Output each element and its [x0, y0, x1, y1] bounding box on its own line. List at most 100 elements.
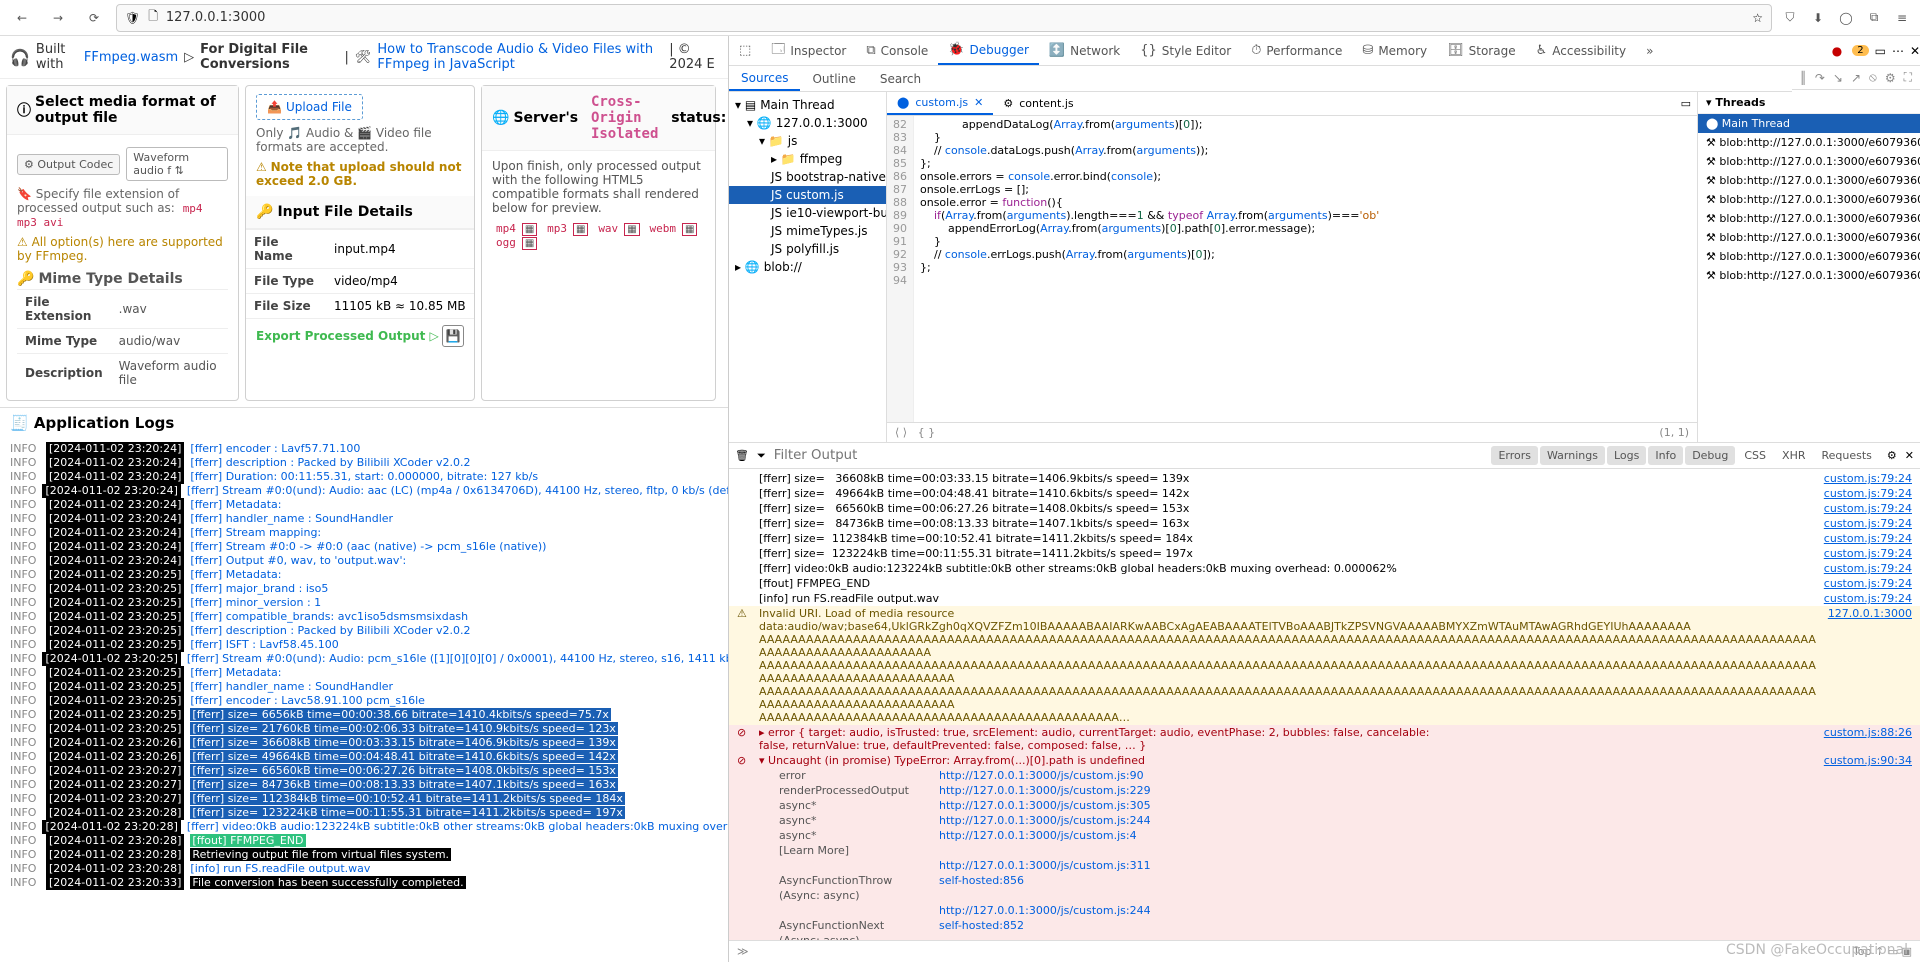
code-area[interactable]: 82838485868788899091929394 appendDataLog… — [887, 116, 1697, 422]
tab-console[interactable]: ⧉Console — [856, 36, 938, 65]
headphones-icon: 🎧 — [10, 48, 30, 67]
step-over-icon[interactable]: ↷ — [1815, 71, 1825, 85]
thread-row[interactable]: ⚒ blob:http://127.0.0.1:3000/e6079360-c1… — [1698, 133, 1920, 152]
app-pane: 🎧 Built with FFmpeg.wasm ▷ For Digital F… — [0, 36, 729, 962]
code-tabs: ⬤ custom.js ✕ ⚙ content.js ▭ — [887, 92, 1697, 116]
tree-blob[interactable]: ▸ 🌐 blob:// — [729, 258, 886, 276]
tab-style[interactable]: {}Style Editor — [1130, 36, 1241, 65]
url-bar[interactable]: 🛡 🗋 127.0.0.1:3000 ☆ — [116, 4, 1772, 32]
console-toolbar: 🗑 ⏷ ErrorsWarningsLogsInfoDebugCSSXHRReq… — [729, 443, 1920, 469]
code-tab-custom[interactable]: ⬤ custom.js ✕ — [887, 92, 993, 115]
settings-icon[interactable]: ⚙ — [1885, 71, 1896, 85]
tools-icon: 🛠 — [355, 50, 372, 65]
filter-info[interactable]: Info — [1648, 446, 1683, 465]
tab-perf[interactable]: ⏱Performance — [1241, 36, 1352, 65]
codec-select[interactable]: Waveform audio f ⇅ — [126, 147, 228, 181]
thread-row[interactable]: ⚒ blob:http://127.0.0.1:3000/e6079360-c1… — [1698, 209, 1920, 228]
tree-js[interactable]: ▾ 📁 js — [729, 132, 886, 150]
search-tab[interactable]: Search — [868, 66, 933, 91]
warn-count: 2 — [1852, 45, 1868, 56]
fmt-list: mp4▦ mp3▦ wav▦ webm▦ ogg▦ — [492, 221, 705, 249]
tree-file[interactable]: JS bootstrap-native-v4. — [729, 168, 886, 186]
console-settings-icon[interactable]: ⚙ — [1887, 449, 1897, 462]
card-server-status: 🌐 Server's Cross-Origin Isolated status:… — [481, 85, 716, 401]
copyright: | © 2024 E — [669, 42, 718, 72]
tree-file[interactable]: JS ie10-viewport-bug-w — [729, 204, 886, 222]
tree-host[interactable]: ▾ 🌐 127.0.0.1:3000 — [729, 114, 886, 132]
ffmpeg-link[interactable]: FFmpeg.wasm — [84, 50, 178, 65]
tab-storage[interactable]: 🗄Storage — [1437, 36, 1525, 65]
filter-errors[interactable]: Errors — [1491, 446, 1538, 465]
tree-file-selected[interactable]: JS custom.js — [729, 186, 886, 204]
thread-row[interactable]: ⚒ blob:http://127.0.0.1:3000/e6079360-c1… — [1698, 190, 1920, 209]
export-label: Export Processed Output ▷ — [256, 329, 439, 343]
prompt-icon[interactable]: ≫ — [737, 945, 749, 958]
thread-row[interactable]: ⚒ blob:http://127.0.0.1:3000/e6079360-c1… — [1698, 152, 1920, 171]
tab-inspector[interactable]: 🗔Inspector — [761, 36, 856, 65]
tab-a11y[interactable]: ♿Accessibility — [1526, 36, 1637, 65]
thread-row[interactable]: ⚒ blob:http://127.0.0.1:3000/e6079360-c1… — [1698, 266, 1920, 285]
tree-main[interactable]: ▾ ▤ Main Thread — [729, 96, 886, 114]
filter-xhr[interactable]: XHR — [1775, 446, 1812, 465]
reload-button[interactable]: ⟳ — [80, 4, 108, 32]
threads-pane: ▾ Threads ⬤ Main Thread⚒ blob:http://127… — [1697, 92, 1920, 442]
card-output-format: ⓘSelect media format of output file ⚙ Ou… — [6, 85, 239, 401]
dots-icon[interactable]: ⋯ — [1892, 44, 1904, 58]
watermark: CSDN @FakeOccupational — [1726, 942, 1908, 958]
console-body[interactable]: [fferr] size= 36608kB time=00:03:33.15 b… — [729, 469, 1920, 940]
save-icon[interactable]: 💾 — [442, 325, 464, 347]
tab-more[interactable]: » — [1636, 36, 1663, 65]
filter-warnings[interactable]: Warnings — [1540, 446, 1605, 465]
output-codec-button[interactable]: ⚙ Output Codec — [17, 154, 120, 175]
thread-row[interactable]: ⚒ blob:http://127.0.0.1:3000/e6079360-c1… — [1698, 171, 1920, 190]
mime-head: 🔑 Mime Type Details — [17, 263, 228, 289]
download-icon[interactable]: ⬇ — [1808, 8, 1828, 28]
tab-network[interactable]: ↕️Network — [1039, 36, 1130, 65]
tab-debugger[interactable]: 🐞Debugger — [938, 36, 1039, 65]
close-icon[interactable]: ✕ — [1910, 44, 1920, 58]
thread-row[interactable]: ⚒ blob:http://127.0.0.1:3000/e6079360-c1… — [1698, 247, 1920, 266]
app-header: 🎧 Built with FFmpeg.wasm ▷ For Digital F… — [0, 36, 728, 79]
code-tab-actions[interactable]: ▭ — [1675, 97, 1697, 110]
back-button[interactable]: ← — [8, 4, 36, 32]
tree-ffmpeg[interactable]: ▸ 📁 ffmpeg — [729, 150, 886, 168]
error-count-icon[interactable]: ● — [1832, 44, 1842, 58]
app-logs: INFO[2024-011-02 23:20:24][fferr] encode… — [0, 438, 728, 894]
thread-row[interactable]: ⚒ blob:http://127.0.0.1:3000/e6079360-c1… — [1698, 228, 1920, 247]
tab-picker[interactable]: ⬚ — [729, 36, 761, 65]
pocket-icon[interactable]: ⛉ — [1780, 8, 1800, 28]
filter-input[interactable] — [774, 448, 1484, 463]
trash-icon[interactable]: 🗑 — [735, 449, 749, 462]
thread-row[interactable]: ⬤ Main Thread — [1698, 114, 1920, 133]
forward-button[interactable]: → — [44, 4, 72, 32]
account-icon[interactable]: ◯ — [1836, 8, 1856, 28]
filter-logs[interactable]: Logs — [1607, 446, 1646, 465]
tree-file[interactable]: JS polyfill.js — [729, 240, 886, 258]
iframe-icon[interactable]: ▭ — [1875, 44, 1886, 58]
step-in-icon[interactable]: ↘ — [1833, 71, 1843, 85]
outline-tab[interactable]: Outline — [800, 66, 867, 91]
filter-css[interactable]: CSS — [1737, 446, 1773, 465]
pause-icon[interactable]: ║ — [1800, 71, 1807, 85]
tab-memory[interactable]: ⛁Memory — [1352, 36, 1437, 65]
console-close-icon[interactable]: ✕ — [1905, 449, 1914, 462]
filter-requests[interactable]: Requests — [1814, 446, 1878, 465]
header-text: Built with — [36, 42, 78, 72]
console-area: 🗑 ⏷ ErrorsWarningsLogsInfoDebugCSSXHRReq… — [729, 442, 1920, 962]
step-out-icon[interactable]: ↗ — [1851, 71, 1861, 85]
howto-link[interactable]: How to Transcode Audio & Video Files wit… — [377, 42, 663, 72]
fullscreen-icon[interactable]: ⛶ — [1904, 70, 1912, 85]
browser-toolbar: ← → ⟳ 🛡 🗋 127.0.0.1:3000 ☆ ⛉ ⬇ ◯ ⧉ ≡ — [0, 0, 1920, 36]
deactivate-icon[interactable]: ⦸ — [1869, 70, 1877, 85]
sources-tab[interactable]: Sources — [729, 66, 800, 91]
extensions-icon[interactable]: ⧉ — [1864, 8, 1884, 28]
sep: ▷ — [184, 50, 194, 65]
upload-button[interactable]: 📤 Upload File — [256, 94, 363, 120]
filter-debug[interactable]: Debug — [1685, 446, 1735, 465]
star-icon[interactable]: ☆ — [1752, 11, 1763, 25]
card-upload: 📤 Upload File Only 🎵 Audio & 🎬 Video fil… — [245, 85, 475, 401]
code-tab-content[interactable]: ⚙ content.js — [993, 92, 1083, 115]
menu-icon[interactable]: ≡ — [1892, 8, 1912, 28]
tree-file[interactable]: JS mimeTypes.js — [729, 222, 886, 240]
support-note: ⚠ All option(s) here are supported by FF… — [17, 235, 228, 263]
